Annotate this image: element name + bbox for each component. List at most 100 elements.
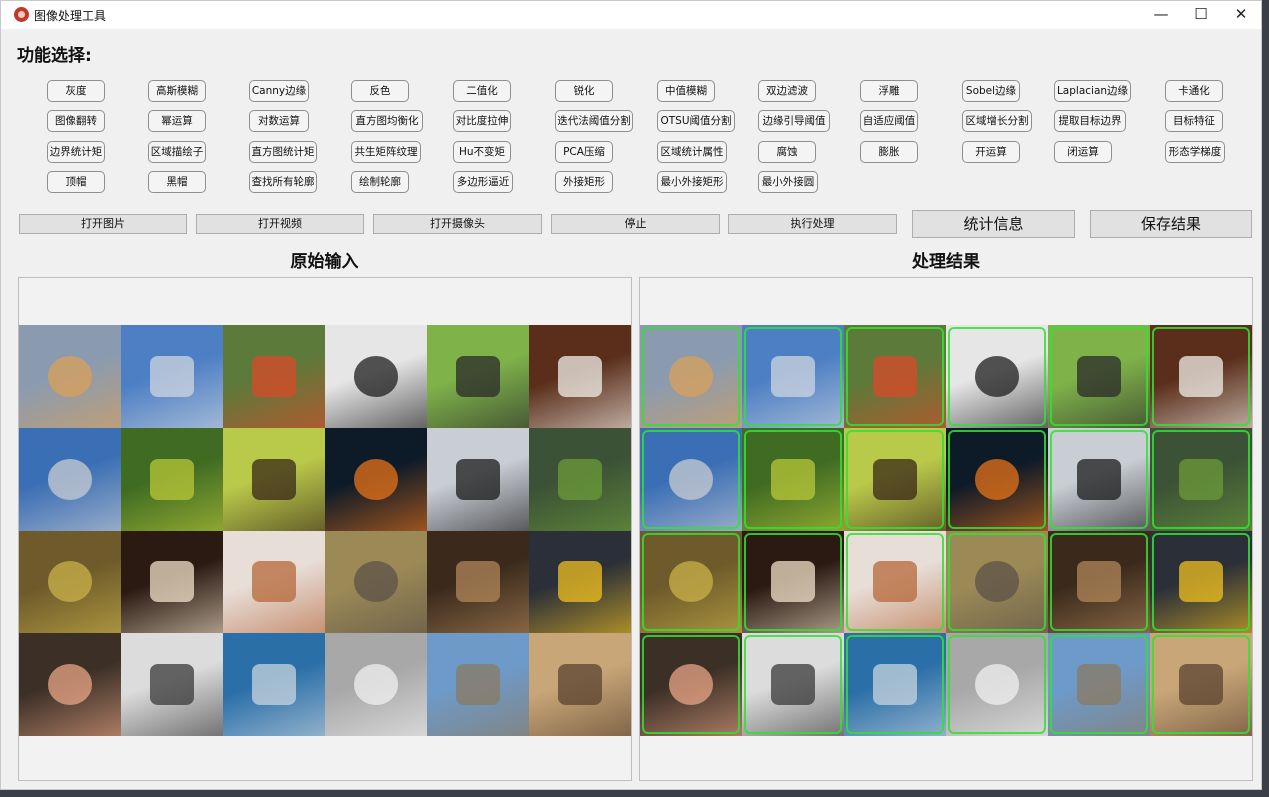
minimize-button[interactable]: — (1139, 1, 1183, 29)
thumbnail-black-dog (1048, 427, 1150, 531)
function-button[interactable]: 二值化 (453, 80, 511, 102)
thumbnail-orchid (121, 427, 223, 531)
window-title: 图像处理工具 (34, 9, 107, 23)
save-result-button[interactable]: 保存结果 (1090, 210, 1252, 238)
thumbnail-food-basket (19, 530, 121, 634)
function-button[interactable]: 目标特征 (1165, 110, 1223, 132)
function-button[interactable]: 最小外接矩形 (657, 171, 727, 193)
statistics-button[interactable]: 统计信息 (912, 210, 1075, 238)
input-image-mosaic (19, 325, 631, 736)
function-button[interactable]: 图像翻转 (47, 110, 105, 132)
function-button[interactable]: 开运算 (962, 141, 1020, 163)
function-button[interactable]: 高斯模糊 (148, 80, 206, 102)
function-button[interactable]: 双边滤波 (758, 80, 816, 102)
thumbnail-church (1048, 633, 1150, 736)
function-button[interactable]: 提取目标边界 (1054, 110, 1126, 132)
thumbnail-orchid (742, 427, 844, 531)
thumbnail-gecko (640, 325, 742, 428)
thumbnail-petri-dishes (121, 633, 223, 736)
thumbnail-butterfly (844, 427, 946, 531)
input-image-panel (18, 277, 632, 781)
thumbnail-axolotl (640, 633, 742, 736)
thumbnail-forklift (1150, 427, 1252, 531)
thumbnail-papillon-puppy (121, 530, 223, 634)
function-button[interactable]: 对比度拉伸 (453, 110, 511, 132)
thumbnail-butterfly (223, 427, 325, 531)
thumbnail-radio-telescope (19, 427, 121, 531)
thumbnail-piano (1048, 530, 1150, 634)
thumbnail-food-basket (640, 530, 742, 634)
close-button[interactable]: ✕ (1219, 1, 1261, 29)
thumbnail-fish-in-tank (844, 633, 946, 736)
thumbnail-camera (325, 325, 427, 428)
function-button[interactable]: 直方图均衡化 (351, 110, 423, 132)
function-button[interactable]: 边缘引导阈值 (758, 110, 830, 132)
function-button[interactable]: 黑帽 (148, 171, 206, 193)
function-button[interactable]: 腐蚀 (758, 141, 816, 163)
thumbnail-camera (946, 325, 1048, 428)
thumbnail-papillon-puppy (742, 530, 844, 634)
function-button[interactable]: 浮雕 (860, 80, 918, 102)
function-button[interactable]: Sobel边缘 (962, 80, 1020, 102)
thumbnail-taxi (529, 530, 631, 634)
function-button[interactable]: 区域描绘子 (148, 141, 206, 163)
thumbnail-fly (1048, 325, 1150, 428)
function-button[interactable]: 膨胀 (860, 141, 918, 163)
thumbnail-wallaby (946, 530, 1048, 634)
function-button[interactable]: 区域增长分割 (962, 110, 1032, 132)
app-icon (14, 7, 29, 22)
function-button[interactable]: 幂运算 (148, 110, 206, 132)
function-button[interactable]: Hu不变矩 (453, 141, 511, 163)
thumbnail-fly (427, 325, 529, 428)
function-button[interactable]: 直方图统计矩 (249, 141, 317, 163)
thumbnail-forklift (529, 427, 631, 531)
function-button[interactable]: 外接矩形 (555, 171, 613, 193)
thumbnail-snake-on-sand (1150, 633, 1252, 736)
thumbnail-dog (529, 325, 631, 428)
function-button[interactable]: 反色 (351, 80, 409, 102)
thumbnail-goldfish (325, 427, 427, 531)
thumbnail-goblet (946, 633, 1048, 736)
function-button[interactable]: Canny边缘 (249, 80, 309, 102)
open-camera-button[interactable]: 打开摄像头 (373, 214, 542, 234)
thumbnail-taxi (1150, 530, 1252, 634)
function-button[interactable]: PCA压缩 (555, 141, 613, 163)
function-button[interactable]: 灰度 (47, 80, 105, 102)
function-button[interactable]: 顶帽 (47, 171, 105, 193)
function-button[interactable]: 边界统计矩 (47, 141, 105, 163)
function-button[interactable]: 区域统计属性 (657, 141, 727, 163)
thumbnail-orange-truck (223, 325, 325, 428)
function-button[interactable]: Laplacian边缘 (1054, 80, 1131, 102)
function-button[interactable]: 多边形逼近 (453, 171, 513, 193)
function-button[interactable]: 自适应阈值 (860, 110, 918, 132)
thumbnail-church (427, 633, 529, 736)
thumbnail-fish-in-tank (223, 633, 325, 736)
function-button[interactable]: 锐化 (555, 80, 613, 102)
function-button[interactable]: 查找所有轮廓 (249, 171, 317, 193)
open-image-button[interactable]: 打开图片 (19, 214, 187, 234)
input-panel-title: 原始输入 (290, 252, 359, 272)
thumbnail-donut (844, 530, 946, 634)
function-button[interactable]: 中值模糊 (657, 80, 715, 102)
thumbnail-gecko (19, 325, 121, 428)
function-button[interactable]: 闭运算 (1054, 141, 1112, 163)
thumbnail-water-tower (742, 325, 844, 428)
function-button[interactable]: 共生矩阵纹理 (351, 141, 421, 163)
function-button[interactable]: 对数运算 (249, 110, 309, 132)
thumbnail-goldfish (946, 427, 1048, 531)
main-window: 图像处理工具 — ☐ ✕ 功能选择: 灰度 高斯模糊 Canny边缘 反色 二值化 锐化 中… (0, 0, 1262, 790)
maximize-button[interactable]: ☐ (1179, 1, 1223, 29)
thumbnail-water-tower (121, 325, 223, 428)
thumbnail-donut (223, 530, 325, 634)
function-button[interactable]: 迭代法阈值分割 (555, 110, 633, 132)
function-button[interactable]: 卡通化 (1165, 80, 1223, 102)
run-processing-button[interactable]: 执行处理 (728, 214, 897, 234)
thumbnail-goblet (325, 633, 427, 736)
function-button[interactable]: 最小外接圆 (758, 171, 818, 193)
function-button[interactable]: OTSU阈值分割 (657, 110, 735, 132)
title-bar: 图像处理工具 — ☐ ✕ (1, 1, 1261, 29)
open-video-button[interactable]: 打开视频 (196, 214, 364, 234)
stop-button[interactable]: 停止 (551, 214, 720, 234)
function-button[interactable]: 形态学梯度 (1165, 141, 1225, 163)
function-button[interactable]: 绘制轮廓 (351, 171, 409, 193)
